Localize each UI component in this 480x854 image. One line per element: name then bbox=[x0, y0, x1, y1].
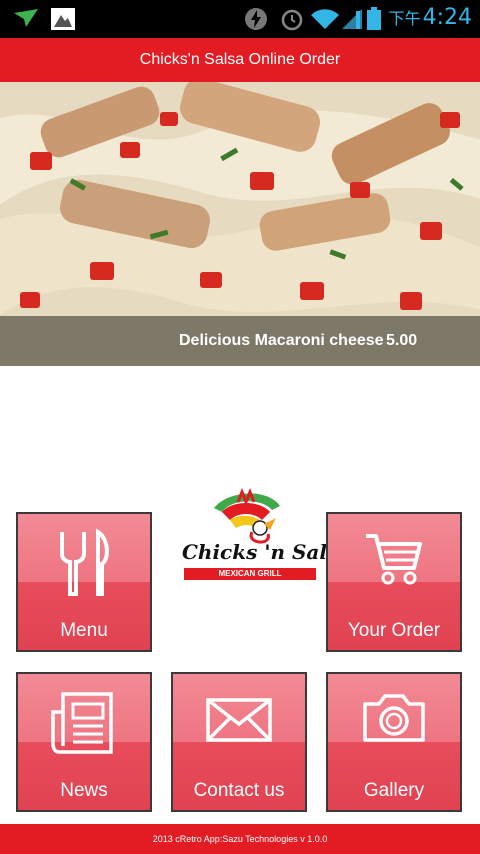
logo-tagline: MEXICAN GRILL bbox=[218, 569, 282, 578]
banner-item-name: Delicious Macaroni cheese bbox=[179, 332, 384, 349]
banner-item-price: 5.00 bbox=[386, 332, 418, 349]
alarm-icon bbox=[280, 7, 304, 36]
contact-us-label: Contact us bbox=[193, 780, 285, 801]
footer-text: 2013 cRetro App:Sazu Technologies v 1.0.… bbox=[152, 834, 328, 844]
banner-caption: Delicious Macaroni cheese 5.00 bbox=[0, 316, 480, 366]
status-time: 下午4:24 bbox=[388, 5, 472, 30]
envelope-icon bbox=[173, 688, 305, 748]
battery-icon bbox=[366, 7, 382, 36]
your-order-label: Your Order bbox=[347, 620, 441, 641]
newspaper-icon bbox=[18, 688, 150, 758]
menu-label: Menu bbox=[60, 620, 108, 641]
menu-button[interactable]: Menu bbox=[16, 512, 152, 652]
gallery-label: Gallery bbox=[363, 780, 425, 801]
fork-knife-icon bbox=[18, 528, 150, 598]
page-title: Chicks'n Salsa Online Order bbox=[139, 51, 341, 68]
signal-icon bbox=[340, 7, 364, 36]
footer: 2013 cRetro App:Sazu Technologies v 1.0.… bbox=[0, 824, 480, 854]
flash-icon bbox=[244, 7, 268, 36]
brand-logo: Chicks 'n Salsa MEXICAN GRILL bbox=[176, 487, 351, 588]
camera-icon bbox=[328, 688, 460, 748]
news-button[interactable]: News bbox=[16, 672, 152, 812]
cart-icon bbox=[328, 528, 460, 588]
your-order-button[interactable]: Your Order bbox=[326, 512, 462, 652]
wifi-icon bbox=[310, 7, 340, 36]
contact-us-button[interactable]: Contact us bbox=[171, 672, 307, 812]
gallery-button[interactable]: Gallery bbox=[326, 672, 462, 812]
status-bar: 下午4:24 bbox=[0, 0, 480, 38]
news-label: News bbox=[60, 780, 108, 801]
image-icon bbox=[50, 7, 76, 36]
featured-item-banner[interactable]: Delicious Macaroni cheese 5.00 bbox=[0, 82, 480, 366]
navigation-icon bbox=[12, 7, 40, 34]
title-bar: Chicks'n Salsa Online Order bbox=[0, 38, 480, 82]
